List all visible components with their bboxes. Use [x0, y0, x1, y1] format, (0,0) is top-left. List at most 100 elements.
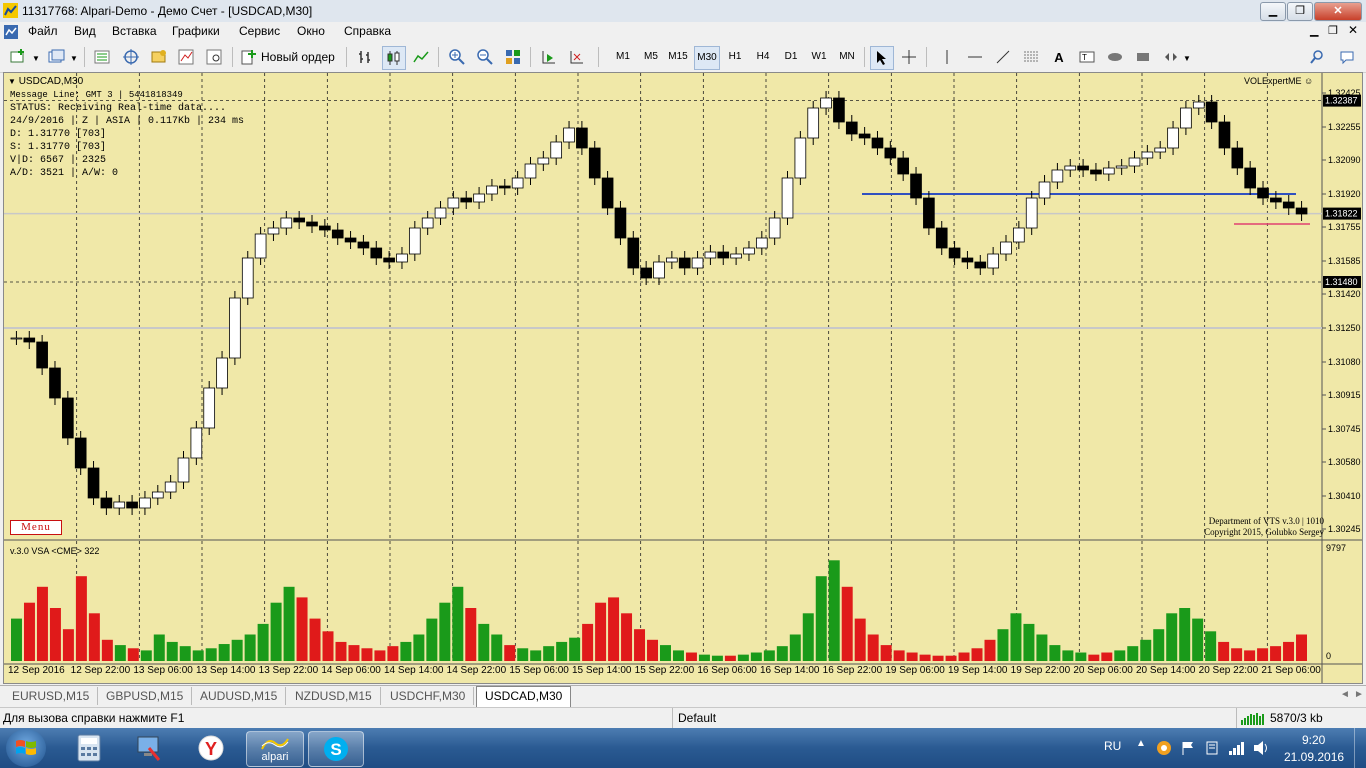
connection-bars-icon — [1241, 713, 1264, 725]
market-watch-icon[interactable] — [92, 46, 114, 68]
show-desktop-button[interactable] — [1354, 728, 1366, 768]
tabs-scroll-right-icon[interactable]: ► — [1354, 689, 1364, 700]
close-button[interactable]: ✕ — [1314, 2, 1362, 21]
vertical-line-icon[interactable] — [936, 46, 958, 68]
volume-bar — [711, 655, 723, 661]
timeframe-d1[interactable]: D1 — [780, 46, 802, 68]
chevron-down-icon[interactable]: ▼ — [32, 54, 40, 63]
menu-help[interactable]: Справка — [344, 24, 391, 38]
timeframe-m30[interactable]: M30 — [694, 46, 720, 70]
restore-button[interactable]: ❐ — [1287, 2, 1313, 21]
taskbar-yandex-browser[interactable]: Y — [184, 731, 238, 765]
search-icon[interactable] — [1306, 46, 1328, 68]
bar-chart-icon[interactable] — [354, 46, 376, 68]
candle-body — [961, 257, 974, 263]
arrows-icon[interactable] — [1160, 46, 1182, 68]
taskbar-calculator[interactable] — [62, 731, 116, 765]
zoom-in-icon[interactable] — [446, 46, 468, 68]
volume-bar — [945, 655, 957, 661]
text-tool-icon[interactable]: A — [1048, 46, 1070, 68]
timeframe-h4[interactable]: H4 — [752, 46, 774, 68]
tray-app-icon[interactable] — [1156, 740, 1172, 756]
candle-body — [576, 127, 588, 149]
time-axis-label: 12 Sep 2016 — [8, 665, 65, 676]
text-label-icon[interactable]: T — [1076, 46, 1098, 68]
profiles-icon[interactable] — [46, 46, 68, 68]
rectangle-icon[interactable] — [1132, 46, 1154, 68]
data-window-icon[interactable] — [204, 46, 226, 68]
timeframe-m1[interactable]: M1 — [612, 46, 634, 68]
ellipse-icon[interactable] — [1104, 46, 1126, 68]
clock-date[interactable]: 21.09.2016 — [1284, 750, 1344, 764]
candle-body — [216, 357, 228, 389]
fibonacci-icon[interactable] — [1020, 46, 1042, 68]
cursor-icon[interactable] — [870, 46, 894, 70]
tabs-scroll-left-icon[interactable]: ◄ — [1340, 689, 1350, 700]
start-button[interactable] — [6, 729, 46, 767]
horizontal-line-icon[interactable] — [964, 46, 986, 68]
taskbar-alpari-terminal[interactable]: alpari — [246, 731, 304, 767]
timeframe-m5[interactable]: M5 — [640, 46, 662, 68]
tab-usdchf[interactable]: USDCHF,M30 — [382, 687, 475, 705]
price-marker-label: 1.31480 — [1325, 277, 1358, 287]
candle-body — [845, 121, 858, 135]
network-signal-icon[interactable] — [1228, 740, 1246, 756]
auto-scroll-icon[interactable] — [538, 46, 560, 68]
volume-bar — [971, 648, 983, 661]
volume-icon[interactable] — [1252, 740, 1270, 756]
tab-usdcad[interactable]: USDCAD,M30 — [476, 686, 572, 707]
chevron-down-icon[interactable]: ▼ — [70, 54, 78, 63]
strategy-tester-icon[interactable] — [176, 46, 198, 68]
chart-window[interactable]: 12 Sep 2016 12 Sep 22:00 13 Sep 06:00 13 Se… — [3, 72, 1363, 684]
crosshair-icon[interactable] — [898, 46, 920, 68]
menu-view[interactable]: Вид — [74, 24, 96, 38]
child-restore-button[interactable]: ❐ — [1328, 24, 1338, 37]
tab-audusd[interactable]: AUDUSD,M15 — [192, 687, 287, 705]
chart-menu-triangle-icon[interactable]: ▼ — [8, 77, 16, 86]
timeframe-w1[interactable]: W1 — [808, 46, 830, 68]
navigator-icon[interactable] — [120, 46, 142, 68]
timeframe-m15[interactable]: M15 — [666, 46, 690, 68]
zoom-out-icon[interactable] — [474, 46, 496, 68]
chart-shift-icon[interactable] — [566, 46, 588, 68]
menu-file[interactable]: Файл — [28, 24, 58, 38]
minimize-button[interactable]: ▁ — [1260, 2, 1286, 21]
chevron-down-icon[interactable]: ▼ — [1183, 54, 1191, 63]
vsa-max-label: 9797 — [1326, 543, 1347, 553]
candlestick-chart-icon[interactable] — [382, 46, 406, 70]
tile-windows-icon[interactable] — [502, 46, 524, 68]
line-chart-icon[interactable] — [410, 46, 432, 68]
new-order-button[interactable]: Новый ордер — [240, 46, 335, 68]
timeframe-mn[interactable]: MN — [836, 46, 858, 68]
child-close-button[interactable]: ✕ — [1348, 23, 1358, 37]
menu-charts[interactable]: Графики — [172, 24, 220, 38]
candle-body — [1231, 147, 1244, 169]
taskbar-remote-desktop[interactable] — [122, 731, 176, 765]
community-icon[interactable] — [1336, 46, 1358, 68]
volume-bar — [828, 560, 840, 661]
tray-expand-icon[interactable]: ▲ — [1136, 738, 1146, 749]
taskbar-skype[interactable]: S — [308, 731, 364, 767]
candle-body — [871, 137, 884, 149]
child-minimize-button[interactable]: ▁ — [1310, 24, 1318, 37]
candle-body — [357, 241, 370, 249]
menu-tools[interactable]: Сервис — [239, 24, 280, 38]
clock-time[interactable]: 9:20 — [1302, 733, 1325, 747]
new-chart-icon[interactable] — [8, 46, 30, 68]
tab-nzdusd[interactable]: NZDUSD,M15 — [287, 687, 381, 705]
menu-button[interactable]: Menu — [10, 520, 62, 535]
tray-device-icon[interactable] — [1204, 740, 1220, 756]
candle-body — [1115, 165, 1128, 169]
tab-gbpusd[interactable]: GBPUSD,M15 — [98, 687, 193, 705]
timeframe-h1[interactable]: H1 — [724, 46, 746, 68]
volume-bar — [1023, 623, 1035, 661]
menu-insert[interactable]: Вставка — [112, 24, 157, 38]
tab-eurusd[interactable]: EURUSD,M15 — [4, 687, 99, 705]
trendline-icon[interactable] — [992, 46, 1014, 68]
menu-window[interactable]: Окно — [297, 24, 325, 38]
chart-canvas[interactable]: 12 Sep 2016 12 Sep 22:00 13 Sep 06:00 13 Se… — [4, 73, 1362, 683]
terminal-icon[interactable] — [148, 46, 170, 68]
chart-window-icon[interactable] — [4, 25, 18, 39]
language-indicator[interactable]: RU — [1104, 739, 1121, 753]
flag-icon[interactable] — [1180, 740, 1196, 756]
